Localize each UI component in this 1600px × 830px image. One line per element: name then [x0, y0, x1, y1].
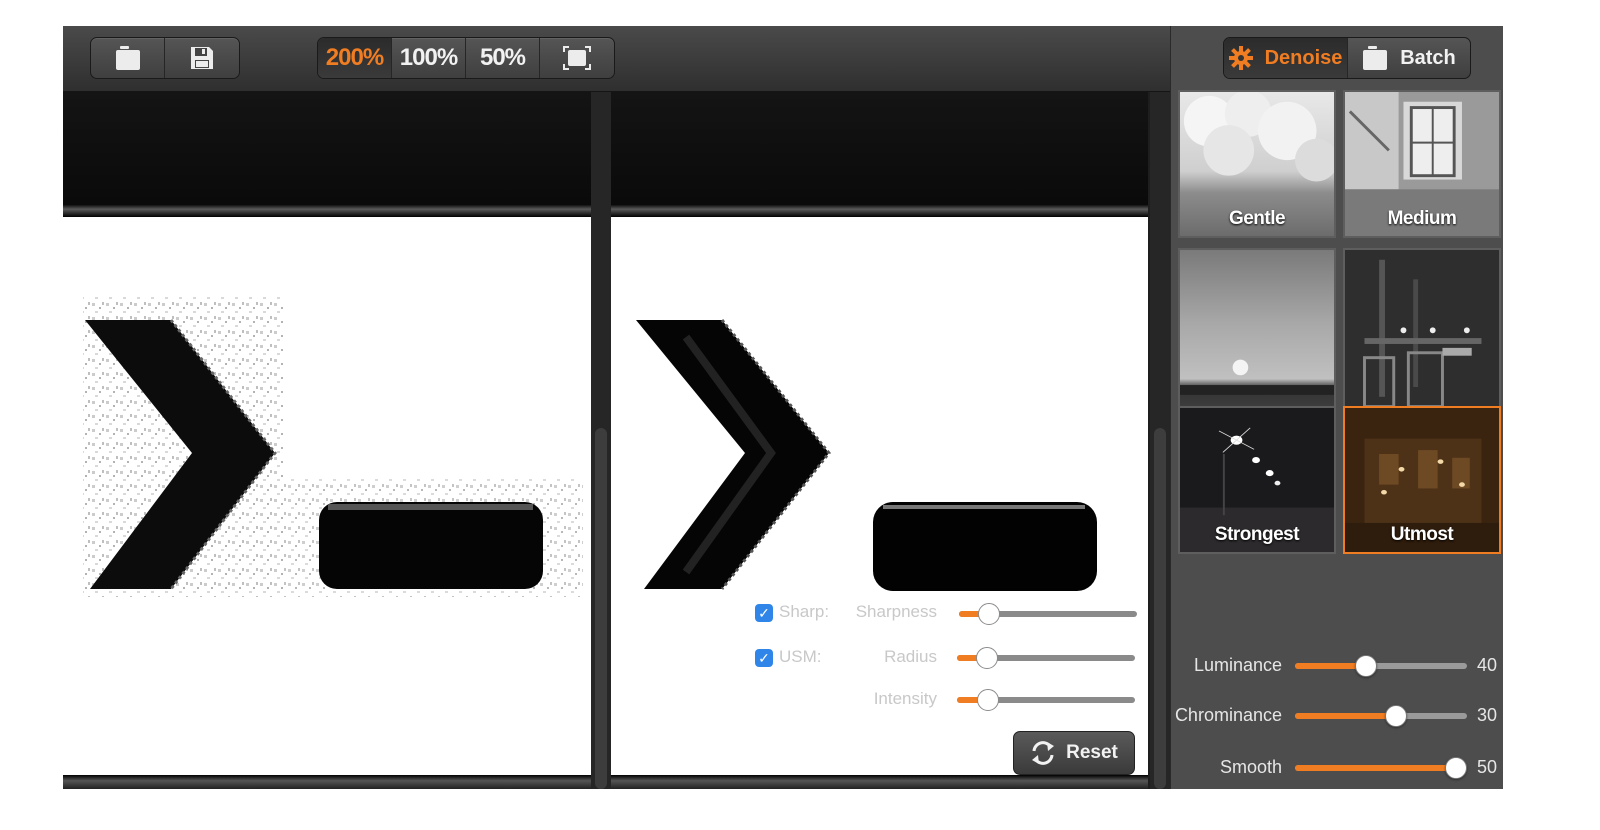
preset-label: Strongest	[1214, 524, 1300, 545]
luminance-slider-knob[interactable]	[1355, 655, 1377, 677]
fit-screen-button[interactable]	[540, 38, 614, 78]
zoom-200-button[interactable]: 200%	[318, 38, 392, 78]
save-button[interactable]	[165, 38, 239, 78]
smooth-value: 50	[1477, 757, 1498, 777]
toolbar: 200% 100% 50%	[63, 26, 1170, 92]
luminance-value: 40	[1477, 655, 1498, 675]
file-button-group	[90, 37, 240, 79]
preset-strongest[interactable]: Strongest	[1178, 406, 1336, 554]
denoised-image-canvas[interactable]: ✓ Sharp: Sharpness ✓ USM: Radius Intensi…	[611, 217, 1148, 775]
app-window: 200% 100% 50% ✓ Sharp: Sharpness ✓ USM: …	[63, 26, 1503, 789]
denoised-viewer-scrollbar[interactable]	[1150, 92, 1170, 789]
floppy-disk-icon	[191, 47, 213, 69]
zoom-button-group: 200% 100% 50%	[317, 37, 615, 79]
preset-label: Gentle	[1228, 208, 1286, 229]
gear-icon	[1228, 46, 1253, 70]
luminance-slider[interactable]	[1295, 655, 1467, 677]
smooth-label: Smooth	[1219, 757, 1282, 777]
chrominance-value: 30	[1477, 705, 1498, 725]
denoise-side-panel: Denoise Batch Gentle Medium Strongest Ut…	[1170, 26, 1503, 789]
preset-label: Utmost	[1390, 524, 1454, 545]
terminal-prompt-image-noisy	[83, 297, 583, 597]
radius-label: Radius	[884, 647, 937, 666]
tab-batch-label: Batch	[1400, 46, 1456, 69]
usm-checkbox[interactable]: ✓	[755, 649, 773, 667]
scrollbar-thumb[interactable]	[595, 428, 607, 789]
luminance-row: Luminance 40	[1171, 651, 1503, 681]
preset-label: Medium	[1387, 208, 1457, 229]
radius-slider[interactable]	[957, 647, 1135, 669]
smooth-slider-knob[interactable]	[1445, 757, 1467, 779]
fit-screen-icon	[563, 46, 591, 70]
preset-grid: Gentle Medium Strongest Utmost	[1178, 90, 1503, 554]
smooth-row: Smooth 50	[1171, 753, 1503, 783]
mode-tabs: Denoise Batch	[1223, 37, 1471, 79]
intensity-slider[interactable]	[957, 689, 1135, 711]
scrollbar-thumb[interactable]	[1154, 428, 1166, 789]
chrominance-slider-knob[interactable]	[1385, 705, 1407, 727]
sharpness-slider[interactable]	[959, 603, 1137, 625]
denoised-image-viewer[interactable]: ✓ Sharp: Sharpness ✓ USM: Radius Intensi…	[611, 92, 1148, 789]
chrominance-slider[interactable]	[1295, 705, 1467, 727]
smooth-slider[interactable]	[1295, 757, 1467, 779]
tab-denoise-label: Denoise	[1264, 46, 1343, 69]
radius-slider-knob[interactable]	[975, 647, 998, 669]
open-button[interactable]	[91, 38, 165, 78]
original-image-viewer[interactable]	[63, 92, 591, 789]
reset-button[interactable]: Reset	[1013, 731, 1135, 775]
tab-denoise[interactable]: Denoise	[1224, 38, 1348, 78]
intensity-label: Intensity	[873, 689, 937, 708]
intensity-slider-knob[interactable]	[977, 689, 1000, 711]
reset-label: Reset	[1066, 742, 1118, 763]
original-viewer-scrollbar[interactable]	[591, 92, 611, 789]
zoom-50-button[interactable]: 50%	[466, 38, 540, 78]
sharp-checkbox[interactable]: ✓	[755, 604, 773, 622]
sharpness-label: Sharpness	[855, 602, 937, 621]
folder-icon	[1363, 46, 1388, 70]
preset-utmost[interactable]: Utmost	[1343, 406, 1501, 554]
sharpness-slider-knob[interactable]	[977, 603, 1000, 625]
chrominance-row: Chrominance 30	[1171, 701, 1503, 731]
tab-batch[interactable]: Batch	[1348, 38, 1470, 78]
original-image-canvas[interactable]	[63, 217, 591, 775]
luminance-label: Luminance	[1193, 655, 1282, 675]
chrominance-label: Chrominance	[1174, 705, 1282, 725]
sharp-label: Sharp:	[779, 602, 830, 621]
refresh-icon	[1032, 741, 1055, 765]
preset-medium[interactable]: Medium	[1343, 90, 1501, 238]
usm-label: USM:	[779, 647, 822, 666]
zoom-100-button[interactable]: 100%	[392, 38, 466, 78]
folder-icon	[115, 46, 140, 70]
preset-gentle[interactable]: Gentle	[1178, 90, 1336, 238]
